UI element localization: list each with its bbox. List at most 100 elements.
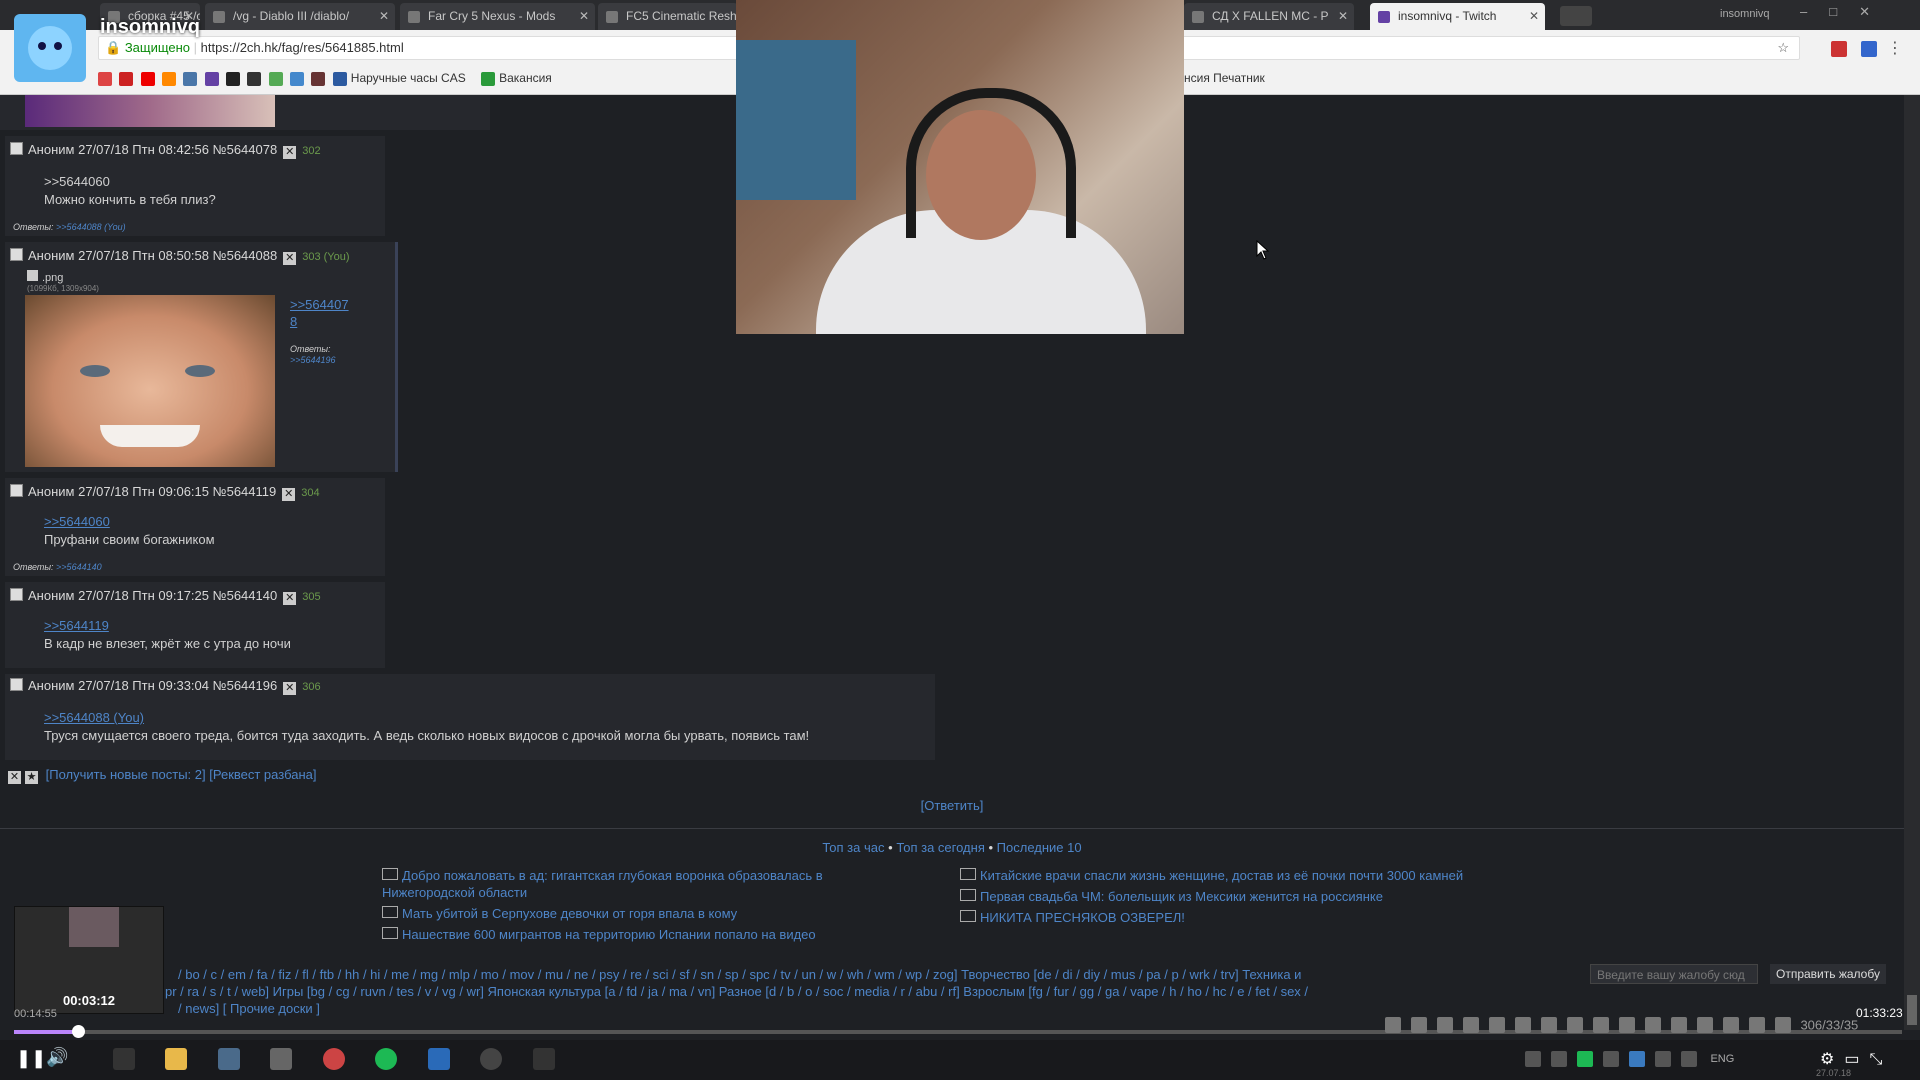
bookmark-icon[interactable] <box>226 71 241 86</box>
tab-5[interactable]: СД X FALLEN MC - P ✕ <box>1184 3 1354 30</box>
hide-post-icon[interactable]: ✕ <box>283 682 297 695</box>
gear-icon[interactable] <box>290 71 305 86</box>
speaker-icon[interactable] <box>1681 1050 1697 1067</box>
store-icon[interactable] <box>217 1048 240 1070</box>
boards-line[interactable]: / news] [ Прочие доски ] <box>10 1000 1308 1017</box>
last-10-link[interactable]: Последние 10 <box>997 840 1082 855</box>
tray-icon[interactable] <box>1551 1050 1567 1067</box>
star-icon[interactable] <box>1463 1016 1479 1033</box>
tool-icon[interactable] <box>1645 1016 1661 1033</box>
extension-icon[interactable] <box>1831 40 1847 57</box>
star-icon[interactable]: ★ <box>25 771 38 784</box>
reply-link[interactable]: >>564407 <box>290 297 349 312</box>
reply-link-cont[interactable]: 8 <box>290 314 297 329</box>
post-id[interactable]: №5644196 <box>213 678 278 693</box>
news-item[interactable]: Добро пожаловать в ад: гигантская глубок… <box>382 867 882 901</box>
menu-icon[interactable]: ⋮ <box>1887 40 1903 57</box>
folder-icon[interactable] <box>165 1048 188 1070</box>
refresh-icon[interactable] <box>1515 1016 1531 1033</box>
scrollbar[interactable] <box>1904 95 1920 1030</box>
bookmark-printer[interactable]: нсия Печатник <box>1184 66 1265 90</box>
bookmark-icon[interactable] <box>162 71 177 86</box>
save-icon[interactable] <box>1671 1016 1687 1033</box>
tool-icon[interactable] <box>1385 1016 1401 1033</box>
fullscreen-exit-icon[interactable]: ⤡ <box>1869 1051 1892 1068</box>
play-icon[interactable] <box>427 1048 450 1070</box>
close-icon[interactable]: ✕ <box>1529 3 1539 30</box>
youtube-icon[interactable] <box>140 71 155 86</box>
tool-icon[interactable] <box>1619 1016 1635 1033</box>
back-icon[interactable] <box>1541 1016 1557 1033</box>
ban-request-link[interactable]: [Реквест разбана] <box>209 767 316 782</box>
close-icon[interactable]: ✕ <box>8 771 21 784</box>
post-checkbox[interactable] <box>10 484 23 497</box>
news-item[interactable]: Нашествие 600 мигрантов на территорию Ис… <box>382 926 882 943</box>
new-tab-button[interactable] <box>1560 6 1592 26</box>
bookmark-watches[interactable]: Наручные часы CAS <box>332 66 466 90</box>
task-view-icon[interactable] <box>113 1048 135 1070</box>
play-icon[interactable] <box>1489 1016 1505 1033</box>
answer-link[interactable]: >>5644140 <box>56 562 102 572</box>
tab-2[interactable]: /vg - Diablo III /diablo/ ✕ <box>205 3 395 30</box>
bookmark-icon[interactable] <box>119 71 134 86</box>
post-id[interactable]: №5644119 <box>213 484 277 499</box>
close-icon[interactable] <box>1437 1016 1453 1033</box>
top-hour-link[interactable]: Топ за час <box>822 840 884 855</box>
news-item[interactable]: НИКИТА ПРЕСНЯКОВ ОЗВЕРЕЛ! <box>960 909 1480 926</box>
spotify-icon[interactable] <box>1577 1050 1593 1067</box>
extension-icons[interactable]: ⋮ <box>1826 38 1903 58</box>
reply-link[interactable]: >>5644119 <box>44 618 109 633</box>
app-icon[interactable] <box>532 1048 555 1070</box>
reply-link[interactable]: >>5644060 <box>44 174 110 189</box>
reply-thread-link[interactable]: [Ответить] <box>0 798 1904 813</box>
complaint-input[interactable]: Введите вашу жалобу сюд <box>1590 964 1758 984</box>
close-icon[interactable]: ✕ <box>379 3 389 30</box>
volume-icon[interactable]: 🔊 <box>46 1047 68 1068</box>
tray-icon[interactable] <box>1603 1050 1619 1067</box>
chrome-icon[interactable] <box>322 1048 345 1070</box>
hide-post-icon[interactable]: ✕ <box>283 146 297 159</box>
news-item[interactable]: Мать убитой в Серпухове девочки от горя … <box>382 905 882 922</box>
network-icon[interactable] <box>1655 1050 1671 1067</box>
player-settings[interactable]: ⚙▭⤡ <box>1820 1049 1892 1069</box>
eye-icon[interactable] <box>1697 1016 1713 1033</box>
post-id[interactable]: №5644088 <box>213 248 278 263</box>
theatre-icon[interactable]: ▭ <box>1844 1051 1869 1068</box>
window-controls[interactable]: –□✕ <box>1800 4 1892 20</box>
hide-post-icon[interactable]: ✕ <box>282 488 296 501</box>
tab-3[interactable]: Far Cry 5 Nexus - Mods ✕ <box>400 3 595 30</box>
close-icon[interactable]: ✕ <box>579 3 589 30</box>
tray-icon[interactable] <box>1629 1050 1645 1067</box>
grid-icon[interactable] <box>1749 1016 1765 1033</box>
news-item[interactable]: Китайские врачи спасли жизнь женщине, до… <box>960 867 1480 884</box>
reply-link[interactable]: >>5644088 (You) <box>44 710 144 725</box>
extension-icon[interactable] <box>1861 40 1878 57</box>
tab-6[interactable]: insomnivq - Twitch ✕ <box>1370 3 1545 30</box>
search-icon[interactable] <box>27 270 38 281</box>
gmail-icon[interactable] <box>98 71 112 86</box>
boards-line[interactable]: pr / ra / s / t / web] Игры [bg / cg / r… <box>10 983 1308 1000</box>
mail-icon[interactable] <box>270 1048 293 1070</box>
steam-icon[interactable] <box>480 1048 503 1070</box>
hide-post-icon[interactable]: ✕ <box>283 252 297 265</box>
scrollbar-thumb[interactable] <box>1907 995 1917 1025</box>
pause-icon[interactable]: ❚❚ <box>16 1048 46 1069</box>
post-image[interactable] <box>25 295 275 467</box>
bookmark-star-icon[interactable]: ☆ <box>1777 37 1789 59</box>
post-checkbox[interactable] <box>10 678 23 691</box>
gear-icon[interactable] <box>1411 1016 1427 1033</box>
post-checkbox[interactable] <box>10 142 23 155</box>
reply-link[interactable]: >>5644060 <box>44 514 110 529</box>
vk-icon[interactable] <box>183 71 198 86</box>
hide-post-icon[interactable]: ✕ <box>283 592 297 605</box>
tab-4[interactable]: FC5 Cinematic Reshad <box>598 3 738 30</box>
post-checkbox[interactable] <box>10 248 23 261</box>
bookmark-icon[interactable] <box>268 71 283 86</box>
post-id[interactable]: №5644078 <box>213 142 278 157</box>
submit-complaint-button[interactable]: Отправить жалобу <box>1770 964 1886 984</box>
tray-icon[interactable] <box>1525 1050 1541 1067</box>
boards-line[interactable]: / bo / c / em / fa / fiz / fl / ftb / hh… <box>10 966 1308 983</box>
news-item[interactable]: Первая свадьба ЧМ: болельщик из Мексики … <box>960 888 1480 905</box>
up-icon[interactable] <box>1567 1016 1583 1033</box>
post-id[interactable]: №5644140 <box>213 588 278 603</box>
